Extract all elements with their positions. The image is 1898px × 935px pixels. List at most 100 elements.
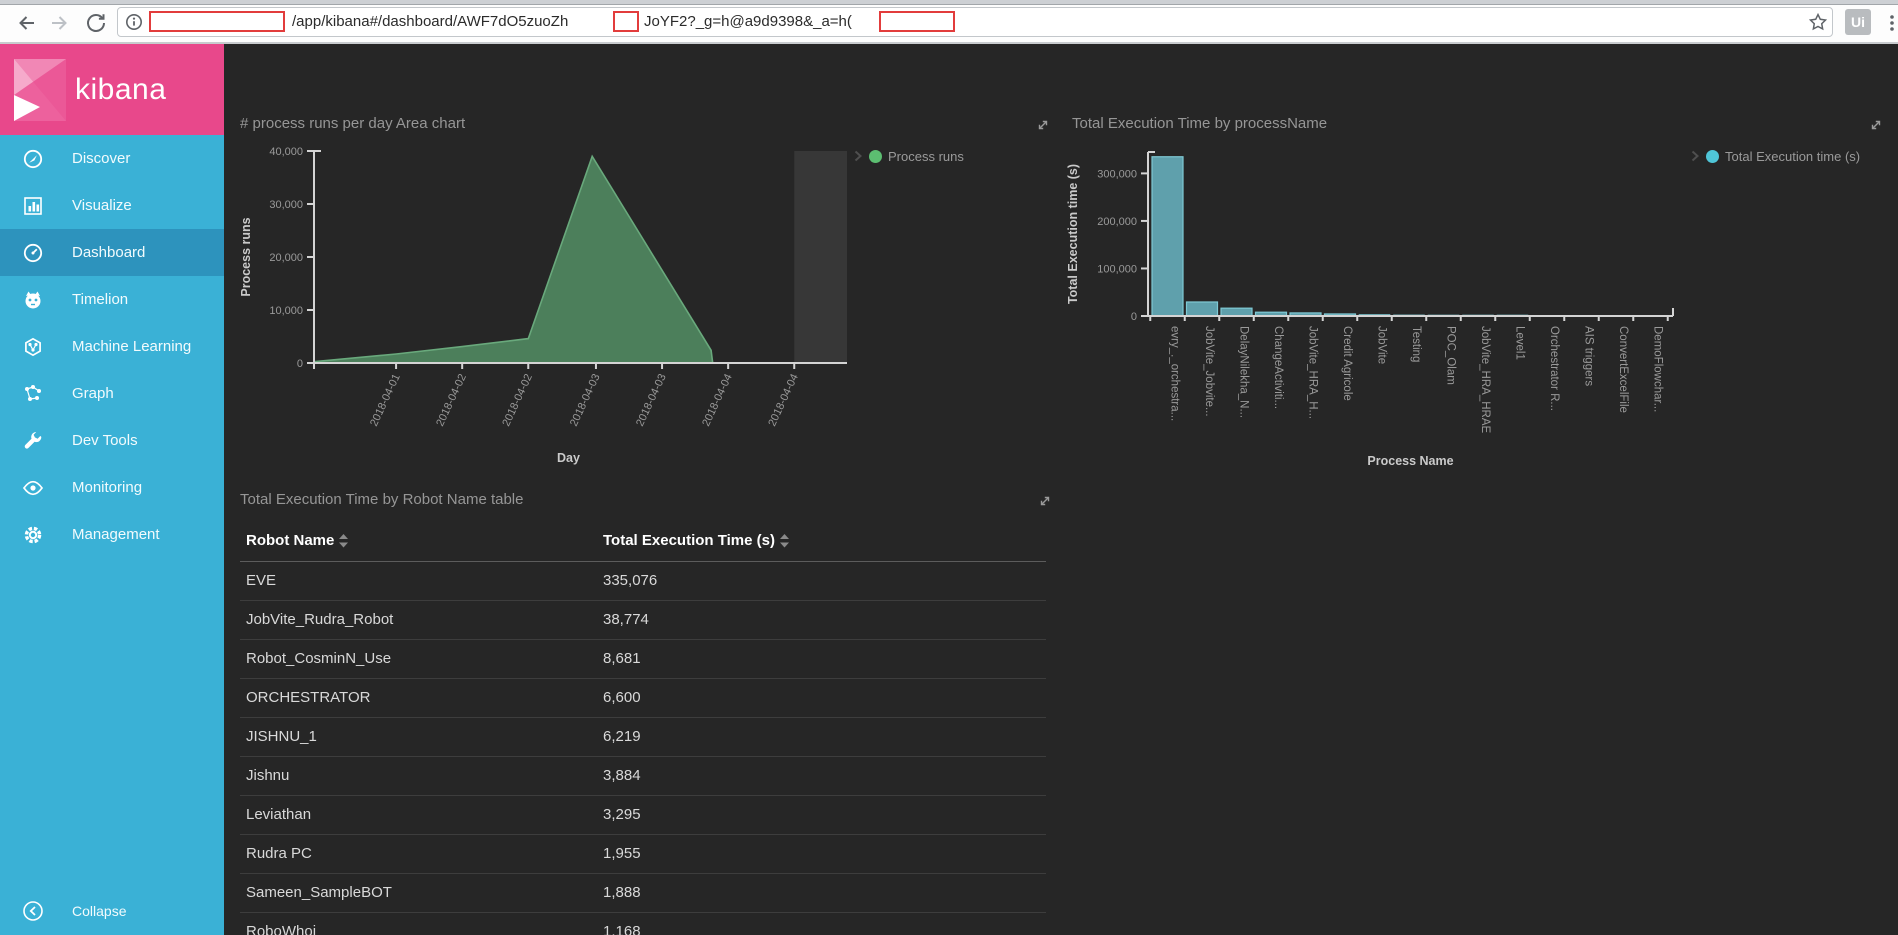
url-text: /app/kibana#/dashboard/AWF7dO5zuoZh (292, 13, 569, 30)
url-redaction-box (879, 11, 955, 32)
svg-text:Process Name: Process Name (1367, 454, 1453, 468)
svg-text:2018-04-02: 2018-04-02 (500, 372, 535, 428)
incomplete-bucket-band (794, 151, 847, 363)
svg-text:10,000: 10,000 (269, 305, 303, 317)
sidebar-item-dashboard[interactable]: Dashboard (0, 229, 224, 276)
browser-menu-icon[interactable] (1880, 11, 1898, 35)
robot-name-cell: JISHNU_1 (246, 728, 317, 745)
sidebar-item-dev-tools[interactable]: Dev Tools (0, 417, 224, 464)
svg-text:Total Execution time (s): Total Execution time (s) (1066, 164, 1080, 304)
svg-text:JobVite: JobVite (1376, 326, 1388, 364)
svg-text:evry_._orchestra...: evry_._orchestra... (1169, 326, 1181, 421)
bar-JobVite_Jobvite...[interactable] (1185, 301, 1219, 317)
collapse-label: Collapse (72, 903, 127, 919)
kibana-sidebar: kibana Discover Visualize Dashboard Timelio… (0, 44, 224, 935)
svg-text:40,000: 40,000 (269, 146, 303, 158)
page-info-icon[interactable] (125, 13, 143, 36)
exec-time-cell: 1,955 (603, 845, 641, 862)
reload-button[interactable] (84, 11, 108, 35)
robot-name-cell: Robot_CosminN_Use (246, 650, 392, 667)
area-chart[interactable]: 0 10,000 20,000 30,000 40,000 2018-04-01 2018-… (224, 110, 1060, 480)
url-text: JoYF2?_g=h@a9d9398&_a=h( (644, 13, 852, 30)
robot-name-cell: JobVite_Rudra_Robot (246, 611, 394, 628)
robot-name-cell: RoboWhoi (246, 923, 317, 935)
sidebar-nav: Discover Visualize Dashboard Timelion Machin… (0, 135, 224, 558)
eye-icon (22, 477, 44, 499)
sidebar-item-label: Monitoring (72, 479, 143, 496)
column-header-exec-time[interactable]: Total Execution Time (s) (603, 532, 789, 549)
table-row: JobVite_Rudra_Robot 38,774 (240, 601, 1046, 640)
svg-text:DelayNilekha_N...: DelayNilekha_N... (1238, 326, 1250, 418)
table-row: ORCHESTRATOR 6,600 (240, 679, 1046, 718)
bookmark-star-icon[interactable] (1808, 12, 1828, 37)
expand-panel-icon[interactable] (1038, 494, 1052, 508)
table-row: Leviathan 3,295 (240, 796, 1046, 835)
svg-text:ChangeActiviti...: ChangeActiviti... (1272, 326, 1284, 409)
svg-text:2018-04-03: 2018-04-03 (568, 372, 603, 428)
svg-text:200,000: 200,000 (1097, 216, 1137, 228)
dashboard-icon (22, 242, 44, 264)
svg-text:Orchestrator R...: Orchestrator R... (1548, 326, 1560, 411)
table-row: Jishnu 3,884 (240, 757, 1046, 796)
svg-text:2018-04-02: 2018-04-02 (434, 372, 469, 428)
sidebar-item-machine-learning[interactable]: Machine Learning (0, 323, 224, 370)
exec-time-cell: 6,600 (603, 689, 641, 706)
bar-DelayNilekha_N...[interactable] (1220, 307, 1253, 317)
timelion-icon (22, 289, 44, 311)
kibana-logo[interactable]: kibana (0, 44, 224, 135)
svg-text:ConvertExcelFile: ConvertExcelFile (1617, 326, 1629, 413)
robot-name-cell: EVE (246, 572, 277, 589)
exec-time-cell: 6,219 (603, 728, 641, 745)
sidebar-item-timelion[interactable]: Timelion (0, 276, 224, 323)
robot-name-cell: Leviathan (246, 806, 312, 823)
exec-time-cell: 335,076 (603, 572, 658, 589)
sidebar-item-visualize[interactable]: Visualize (0, 182, 224, 229)
svg-text:Process runs: Process runs (239, 217, 253, 296)
table-row: EVE 335,076 (240, 562, 1046, 601)
table-row: RoboWhoi 1,168 (240, 913, 1046, 935)
svg-text:DemoFlowchar...: DemoFlowchar... (1652, 326, 1664, 412)
url-bar[interactable]: /app/kibana#/dashboard/AWF7dO5zuoZh JoYF… (117, 7, 1833, 37)
sidebar-item-graph[interactable]: Graph (0, 370, 224, 417)
robot-name-cell: ORCHESTRATOR (246, 689, 371, 706)
sidebar-item-monitoring[interactable]: Monitoring (0, 464, 224, 511)
sidebar-item-label: Dev Tools (72, 432, 138, 449)
table-header-row: Robot Name Total Execution Time (s) (240, 524, 1046, 562)
url-redaction-box (149, 11, 285, 32)
svg-text:Day: Day (557, 451, 580, 465)
sidebar-collapse-button[interactable]: Collapse (0, 887, 224, 935)
table-row: JISHNU_1 6,219 (240, 718, 1046, 757)
svg-text:JobVite_Jobvite...: JobVite_Jobvite... (1203, 326, 1215, 417)
exec-time-cell: 38,774 (603, 611, 649, 628)
back-button[interactable] (14, 11, 38, 35)
ui-extension-icon[interactable]: Ui (1845, 9, 1871, 35)
svg-text:Credit Agricole: Credit Agricole (1341, 326, 1353, 401)
svg-text:AIS triggers: AIS triggers (1583, 326, 1595, 386)
sidebar-item-management[interactable]: Management (0, 511, 224, 558)
svg-text:JobVite_HRA_HRAE: JobVite_HRA_HRAE (1479, 326, 1491, 434)
exec-time-cell: 8,681 (603, 650, 641, 667)
bar-chart[interactable]: 0 100,000 200,000 300,000 evry_._orchestra..… (1060, 110, 1898, 480)
browser-chrome: /app/kibana#/dashboard/AWF7dO5zuoZh JoYF… (0, 0, 1898, 44)
url-redaction-box (613, 11, 639, 32)
gear-icon (22, 524, 44, 546)
area-series-process-runs (314, 156, 713, 363)
sidebar-item-label: Management (72, 526, 160, 543)
svg-text:2018-04-04: 2018-04-04 (700, 372, 735, 428)
exec-time-cell: 3,884 (603, 767, 641, 784)
exec-time-cell: 1,888 (603, 884, 641, 901)
svg-text:2018-04-03: 2018-04-03 (634, 372, 669, 428)
wrench-icon (22, 430, 44, 452)
collapse-icon (22, 900, 44, 922)
sidebar-item-label: Visualize (72, 197, 132, 214)
forward-button[interactable] (48, 11, 72, 35)
bar-evry_._orchestra...[interactable] (1151, 156, 1184, 317)
kibana-logo-text: kibana (75, 72, 167, 106)
bar-chart-icon (22, 195, 44, 217)
sidebar-item-discover[interactable]: Discover (0, 135, 224, 182)
svg-text:100,000: 100,000 (1097, 263, 1137, 275)
column-header-robot-name[interactable]: Robot Name (246, 532, 349, 549)
robot-name-cell: Jishnu (246, 767, 290, 784)
table-row: Sameen_SampleBOT 1,888 (240, 874, 1046, 913)
robot-name-cell: Rudra PC (246, 845, 312, 862)
